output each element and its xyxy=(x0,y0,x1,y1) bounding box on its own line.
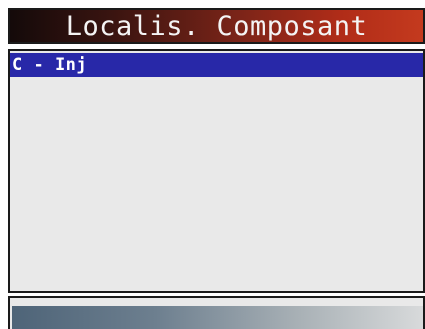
list-item-selected[interactable]: C - Inj xyxy=(10,53,423,77)
scan-tool-screen: Localis. Composant C - Inj xyxy=(0,0,425,329)
component-list: C - Inj xyxy=(8,49,425,293)
screen-title: Localis. Composant xyxy=(65,10,368,42)
list-item-label: C - Inj xyxy=(12,55,88,75)
footer-gradient-bar xyxy=(12,306,423,329)
title-bar: Localis. Composant xyxy=(8,8,425,44)
footer-bar xyxy=(8,296,425,329)
